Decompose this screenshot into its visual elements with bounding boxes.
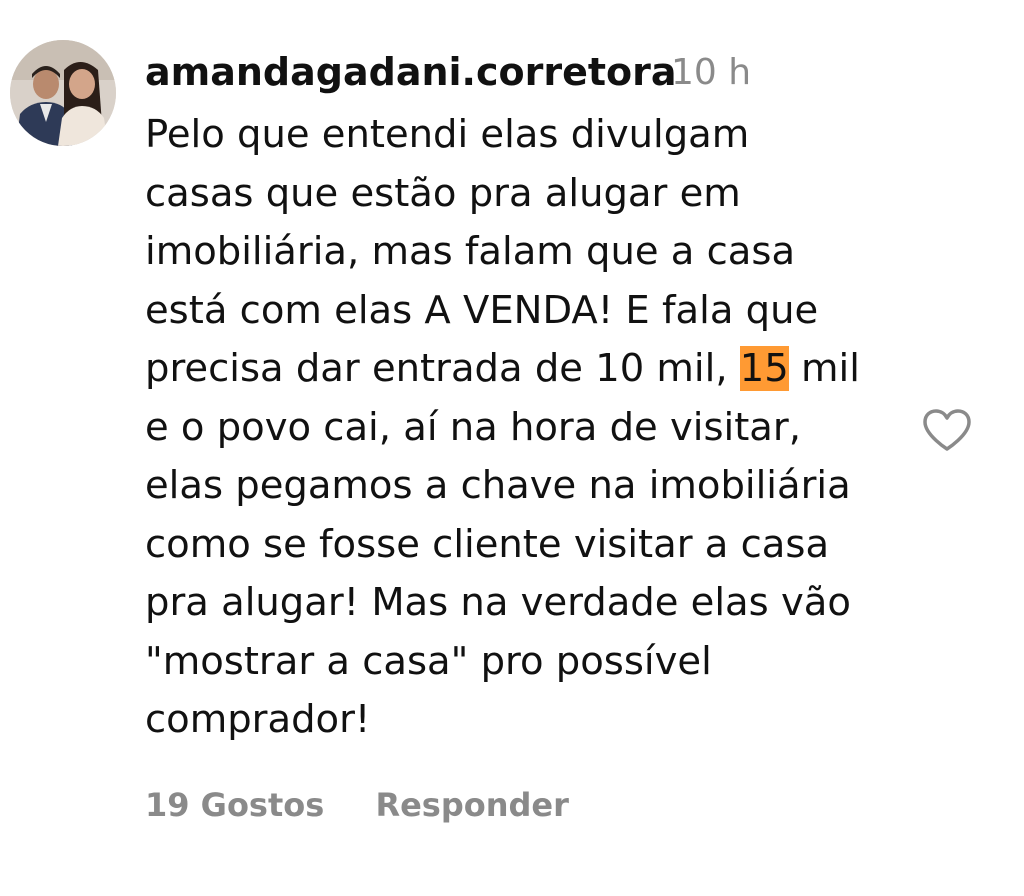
comment-line: e o povo cai, aí na hora de visitar,	[145, 404, 801, 450]
reply-button[interactable]: Responder	[375, 786, 568, 824]
username[interactable]: amandagadani.corretora	[145, 50, 677, 94]
comment-line: "mostrar a casa" pro possível	[145, 638, 712, 684]
comment-line: imobiliária, mas falam que a casa	[145, 229, 796, 274]
search-highlight: 15	[739, 346, 789, 391]
timestamp: 10 h	[671, 52, 752, 93]
comment-line: comprador!	[145, 697, 371, 742]
comment-line: Pelo que entendi elas divulgam	[145, 112, 750, 157]
comment-line: como se fosse cliente visitar a casa	[145, 521, 830, 567]
comment-line: pra alugar! Mas na verdade elas vão	[145, 580, 851, 625]
comment-line: elas pegamos a chave na imobiliária	[145, 463, 851, 508]
avatar[interactable]	[10, 40, 116, 146]
comment-line: precisa dar entrada de 10 mil, 15 mil	[145, 340, 905, 399]
comment: amandagadani.corretora 10 h Pelo que ent…	[0, 0, 1024, 896]
comment-line: está com elas A VENDA! E fala que	[145, 287, 819, 333]
comment-text-segment: mil	[788, 346, 860, 391]
avatar-photo	[10, 40, 116, 146]
comment-footer: 19 Gostos Responder	[145, 786, 609, 824]
heart-outline-icon[interactable]	[921, 407, 973, 453]
comment-line: casas que estão pra alugar em	[145, 170, 741, 216]
comment-text: Pelo que entendi elas divulgam casas que…	[145, 106, 905, 750]
comment-text-segment: precisa dar entrada de 10 mil,	[145, 346, 740, 391]
likes-count[interactable]: 19 Gostos	[145, 786, 324, 824]
